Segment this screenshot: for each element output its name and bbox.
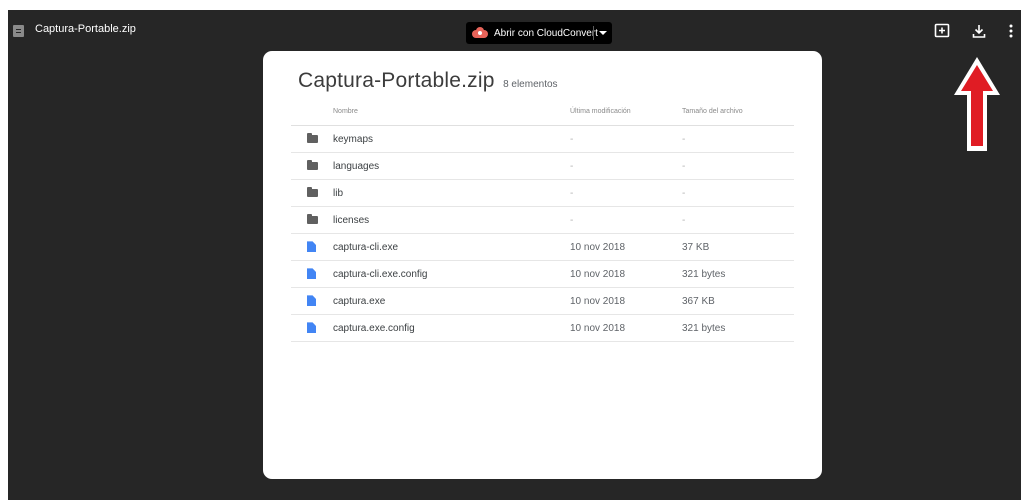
card-heading: Captura-Portable.zip 8 elementos xyxy=(298,69,558,93)
folder-icon xyxy=(307,159,318,170)
row-modified: - xyxy=(570,206,682,234)
row-modified: - xyxy=(570,125,682,153)
size-column-header: Tamaño del archivo xyxy=(682,98,794,126)
row-size: 367 KB xyxy=(682,287,794,315)
row-name: languages xyxy=(333,152,570,180)
table-header-row: Nombre Última modificación Tamaño del ar… xyxy=(291,98,794,126)
folder-icon xyxy=(307,132,318,143)
row-modified: 10 nov 2018 xyxy=(570,233,682,261)
row-size: - xyxy=(682,206,794,234)
more-vert-icon[interactable] xyxy=(1002,22,1020,40)
row-modified: 10 nov 2018 xyxy=(570,314,682,342)
item-count: 8 elementos xyxy=(503,79,558,90)
row-size: - xyxy=(682,179,794,207)
chevron-down-icon[interactable] xyxy=(599,31,607,35)
file-icon xyxy=(13,25,24,37)
table-row[interactable]: lib - - xyxy=(291,179,794,207)
zip-preview-viewer: Captura-Portable.zip Abrir con CloudConv… xyxy=(8,10,1021,500)
file-name-title: Captura-Portable.zip xyxy=(35,23,136,35)
file-doc-icon xyxy=(307,241,316,253)
row-size: 321 bytes xyxy=(682,260,794,288)
row-modified: 10 nov 2018 xyxy=(570,287,682,315)
open-with-label: Abrir con CloudConvert xyxy=(494,27,598,39)
name-column-header: Nombre xyxy=(333,98,570,126)
top-bar: Captura-Portable.zip Abrir con CloudConv… xyxy=(8,10,1021,52)
download-icon[interactable] xyxy=(970,22,988,40)
modified-column-header: Última modificación xyxy=(570,98,682,126)
row-name: licenses xyxy=(333,206,570,234)
row-name: captura-cli.exe.config xyxy=(333,260,570,288)
row-name: captura.exe xyxy=(333,287,570,315)
row-size: 37 KB xyxy=(682,233,794,261)
row-name: captura-cli.exe xyxy=(333,233,570,261)
row-icon-cell xyxy=(291,179,333,207)
row-icon-cell xyxy=(291,125,333,153)
file-doc-icon xyxy=(307,322,316,334)
row-icon-cell xyxy=(291,206,333,234)
row-size: - xyxy=(682,152,794,180)
row-icon-cell xyxy=(291,287,333,315)
zip-contents-card: Captura-Portable.zip 8 elementos Nombre … xyxy=(263,51,822,479)
row-size: 321 bytes xyxy=(682,314,794,342)
row-icon-cell xyxy=(291,314,333,342)
folder-icon xyxy=(307,186,318,197)
open-with-divider xyxy=(593,26,594,40)
row-name: captura.exe.config xyxy=(333,314,570,342)
table-row[interactable]: captura.exe.config 10 nov 2018 321 bytes xyxy=(291,314,794,342)
table-row[interactable]: captura-cli.exe.config 10 nov 2018 321 byt… xyxy=(291,260,794,288)
row-modified: - xyxy=(570,179,682,207)
icon-column-header xyxy=(291,98,333,126)
row-size: - xyxy=(682,125,794,153)
row-name: lib xyxy=(333,179,570,207)
row-icon-cell xyxy=(291,152,333,180)
row-modified: - xyxy=(570,152,682,180)
table-row[interactable]: languages - - xyxy=(291,152,794,180)
add-comment-icon[interactable] xyxy=(933,22,951,40)
row-icon-cell xyxy=(291,233,333,261)
table-row[interactable]: captura.exe 10 nov 2018 367 KB xyxy=(291,287,794,315)
folder-icon xyxy=(307,213,318,224)
file-list-table: Nombre Última modificación Tamaño del ar… xyxy=(291,98,794,342)
row-modified: 10 nov 2018 xyxy=(570,260,682,288)
file-doc-icon xyxy=(307,268,316,280)
open-with-cloudconvert-button[interactable]: Abrir con CloudConvert xyxy=(466,22,612,44)
card-title: Captura-Portable.zip xyxy=(298,69,495,92)
row-name: keymaps xyxy=(333,125,570,153)
file-doc-icon xyxy=(307,295,316,307)
row-icon-cell xyxy=(291,260,333,288)
table-row[interactable]: keymaps - - xyxy=(291,125,794,153)
table-row[interactable]: captura-cli.exe 10 nov 2018 37 KB xyxy=(291,233,794,261)
red-up-arrow-icon xyxy=(954,57,1000,151)
cloudconvert-icon xyxy=(472,27,488,39)
table-row[interactable]: licenses - - xyxy=(291,206,794,234)
